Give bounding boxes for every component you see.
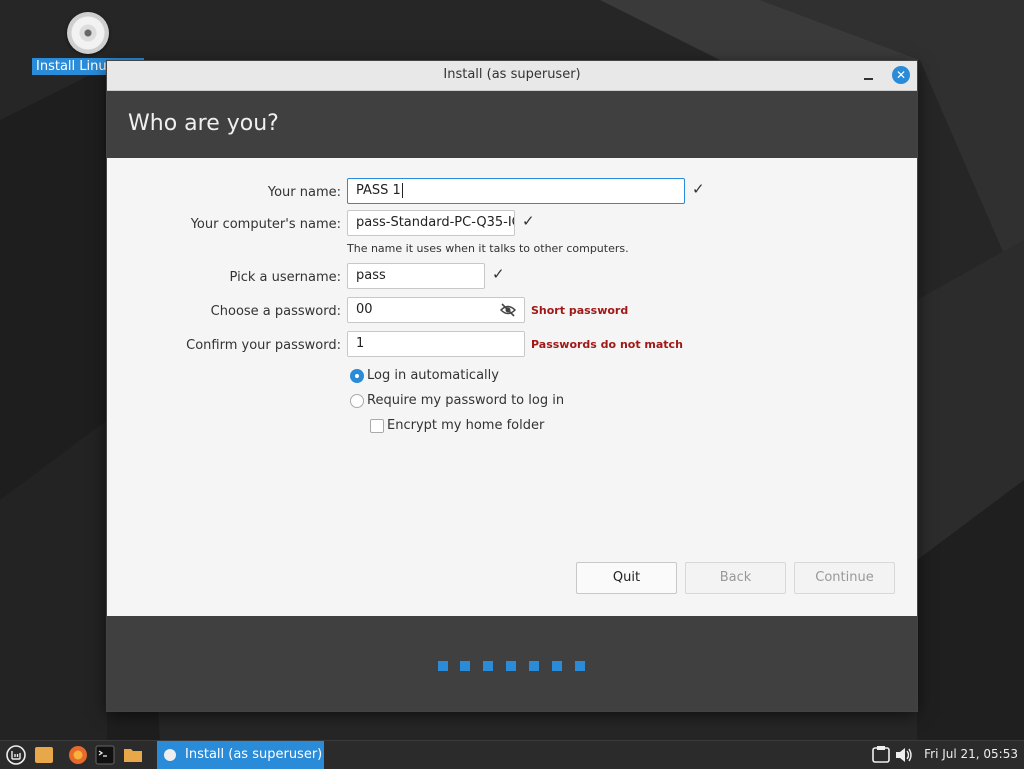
user-form: Your name: PASS 1 ✓ Your computer's name… <box>107 158 917 616</box>
computer-name-label: Your computer's name: <box>190 217 341 232</box>
computer-name-hint: The name it uses when it talks to other … <box>347 242 629 255</box>
require-password-radio[interactable] <box>350 394 364 408</box>
taskbar: Install (as superuser) Fri Jul 21, 05:53 <box>0 740 1024 769</box>
files-icon[interactable] <box>123 745 143 765</box>
your-name-label: Your name: <box>267 185 341 200</box>
terminal-icon[interactable] <box>95 745 115 765</box>
minimize-button[interactable] <box>861 67 877 83</box>
progress-dot <box>529 661 539 671</box>
taskbar-installer-button[interactable]: Install (as superuser) <box>157 741 324 769</box>
your-name-value: PASS 1 <box>356 183 401 198</box>
title-bar[interactable]: Install (as superuser) ✕ <box>107 61 917 91</box>
confirm-password-value: 1 <box>356 336 365 351</box>
progress-band <box>107 616 917 711</box>
header-band: Who are you? <box>107 91 917 158</box>
progress-dot <box>460 661 470 671</box>
firefox-icon[interactable] <box>68 745 88 765</box>
login-auto-radio[interactable] <box>350 369 364 383</box>
username-label: Pick a username: <box>229 270 341 285</box>
page-title: Who are you? <box>128 111 279 136</box>
progress-dot <box>438 661 448 671</box>
confirm-password-warning: Passwords do not match <box>531 338 683 351</box>
progress-dot <box>575 661 585 671</box>
username-value: pass <box>356 268 386 283</box>
installer-window: Install (as superuser) ✕ Who are you? Yo… <box>107 61 917 711</box>
volume-icon[interactable] <box>894 745 914 765</box>
password-value: 00 <box>356 302 373 317</box>
close-button[interactable]: ✕ <box>892 66 910 84</box>
continue-button[interactable]: Continue <box>794 562 895 594</box>
mint-menu-icon[interactable] <box>6 745 26 765</box>
require-password-label[interactable]: Require my password to log in <box>367 393 564 408</box>
username-check-icon: ✓ <box>492 265 505 283</box>
progress-dot <box>483 661 493 671</box>
clock[interactable]: Fri Jul 21, 05:53 <box>924 747 1018 761</box>
close-icon: ✕ <box>895 68 907 82</box>
computer-name-check-icon: ✓ <box>522 212 535 230</box>
disc-icon <box>164 749 176 761</box>
quit-button[interactable]: Quit <box>576 562 677 594</box>
username-input[interactable]: pass <box>347 263 485 289</box>
encrypt-home-label[interactable]: Encrypt my home folder <box>387 418 544 433</box>
computer-name-input[interactable]: pass-Standard-PC-Q35-IC <box>347 210 515 236</box>
your-name-check-icon: ✓ <box>692 180 705 198</box>
disc-icon <box>67 12 109 54</box>
password-warning: Short password <box>531 304 629 317</box>
password-label: Choose a password: <box>210 304 341 319</box>
encrypt-home-checkbox[interactable] <box>370 419 384 433</box>
computer-name-value: pass-Standard-PC-Q35-IC <box>356 215 515 230</box>
progress-dot <box>552 661 562 671</box>
progress-dot <box>506 661 516 671</box>
login-auto-label[interactable]: Log in automatically <box>367 368 499 383</box>
back-button[interactable]: Back <box>685 562 786 594</box>
your-name-input[interactable]: PASS 1 <box>347 178 685 204</box>
window-title: Install (as superuser) <box>443 67 581 82</box>
network-icon[interactable] <box>871 745 891 765</box>
show-desktop-icon[interactable] <box>34 745 54 765</box>
task-label: Install (as superuser) <box>185 747 323 762</box>
text-cursor <box>401 183 403 198</box>
confirm-password-input[interactable]: 1 <box>347 331 525 357</box>
password-input[interactable]: 00 <box>347 297 525 323</box>
eye-slash-icon[interactable] <box>500 303 516 317</box>
confirm-password-label: Confirm your password: <box>186 338 341 353</box>
